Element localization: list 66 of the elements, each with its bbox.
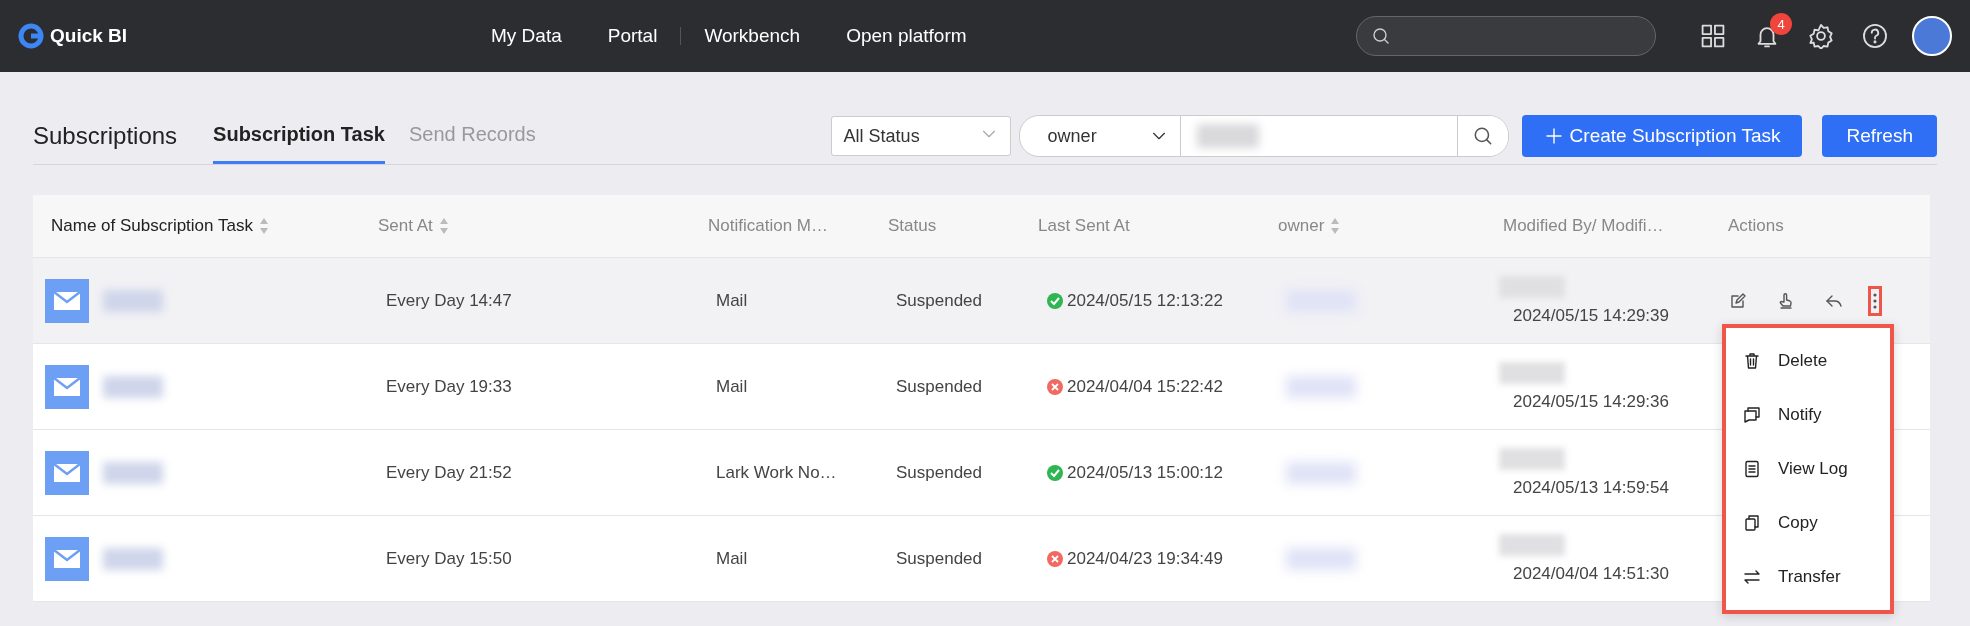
- page-title: Subscriptions: [33, 122, 178, 150]
- redacted-name: [103, 375, 163, 398]
- menu-item[interactable]: Transfer: [1726, 550, 1890, 604]
- nav-link[interactable]: Portal: [584, 25, 681, 47]
- redacted-user: [1499, 533, 1565, 556]
- logo-icon: [18, 23, 44, 49]
- mail-icon: [45, 450, 89, 495]
- settings-icon: [1808, 23, 1834, 49]
- table-cell: Every Day 19:33: [386, 376, 512, 397]
- search-icon: [1371, 26, 1391, 46]
- table-cell-text: 2024/04/04 14:51:30: [1512, 563, 1669, 584]
- notification-badge: 4: [1770, 13, 1792, 35]
- chat-icon: [1742, 405, 1762, 425]
- table-cell: Every Day 21:52: [386, 462, 512, 483]
- sort-icon: [1330, 217, 1341, 235]
- redacted-name: [103, 289, 163, 312]
- redacted-name: [103, 461, 163, 484]
- table-cell: Mail: [716, 548, 748, 569]
- nav-link[interactable]: My Data: [468, 25, 585, 47]
- copy-icon: [1742, 513, 1762, 533]
- redacted-owner: [1286, 461, 1356, 484]
- refresh-button[interactable]: Refresh: [1822, 115, 1937, 157]
- mail-icon: [45, 536, 89, 581]
- table-cell: Every Day 14:47: [386, 290, 512, 311]
- table-cell: 2024/04/23 19:34:49: [1067, 548, 1223, 569]
- column-header[interactable]: Name of Subscription Task: [51, 216, 269, 236]
- redacted-user: [1499, 361, 1565, 384]
- log-icon: [1742, 459, 1762, 479]
- table-cell-text: 2024/05/15 14:29:36: [1512, 391, 1669, 412]
- mail-icon: [45, 364, 89, 409]
- table-cell: Every Day 15:50: [386, 548, 512, 569]
- table-cell: Suspended: [896, 376, 983, 397]
- table-cell: Suspended: [896, 462, 983, 483]
- table-row[interactable]: Every Day 14:47 Mail Suspended 2024/05/15 12:13:22 2024/05/15 14:29:39: [33, 258, 1930, 344]
- more-icon: [1873, 292, 1877, 309]
- tab[interactable]: Subscription Task: [213, 108, 385, 164]
- menu-item[interactable]: View Log: [1726, 442, 1890, 496]
- mail-icon: [45, 278, 89, 323]
- table-cell-text: 2024/05/13 14:59:54: [1512, 477, 1669, 498]
- table-cell: Lark Work No…: [716, 462, 837, 483]
- help-icon: [1862, 23, 1888, 49]
- redacted-owner: [1286, 375, 1356, 398]
- avatar[interactable]: [1912, 16, 1952, 56]
- table-cell: Mail: [716, 290, 748, 311]
- sort-icon: [258, 217, 269, 235]
- search-field[interactable]: [1356, 16, 1656, 56]
- table-cell: Suspended: [896, 548, 983, 569]
- table-cell-text: 2024/05/15 14:29:39: [1512, 305, 1669, 326]
- table-cell: Mail: [716, 376, 748, 397]
- table-cell: 2024/05/13 15:00:12: [1067, 462, 1223, 483]
- status-dropdown[interactable]: All Status: [830, 116, 1011, 156]
- trash-icon: [1742, 351, 1762, 371]
- create-button[interactable]: Create Subscription Task: [1521, 115, 1803, 157]
- nav-link[interactable]: Open platform: [823, 25, 990, 47]
- more-button[interactable]: [1868, 285, 1882, 316]
- nav-link[interactable]: Workbench: [681, 25, 824, 47]
- redacted-name: [103, 547, 163, 570]
- table-cell: Suspended: [896, 290, 983, 311]
- sort-icon: [438, 217, 449, 235]
- redacted-user: [1499, 447, 1565, 470]
- plus-icon: [1543, 126, 1564, 146]
- grid-icon: [1700, 23, 1726, 49]
- table-cell: 2024/04/04 15:22:42: [1067, 376, 1223, 397]
- logo-text: Quick BI: [50, 25, 128, 47]
- redacted-owner: [1286, 547, 1356, 570]
- table-cell: 2024/05/15 12:13:22: [1067, 290, 1223, 311]
